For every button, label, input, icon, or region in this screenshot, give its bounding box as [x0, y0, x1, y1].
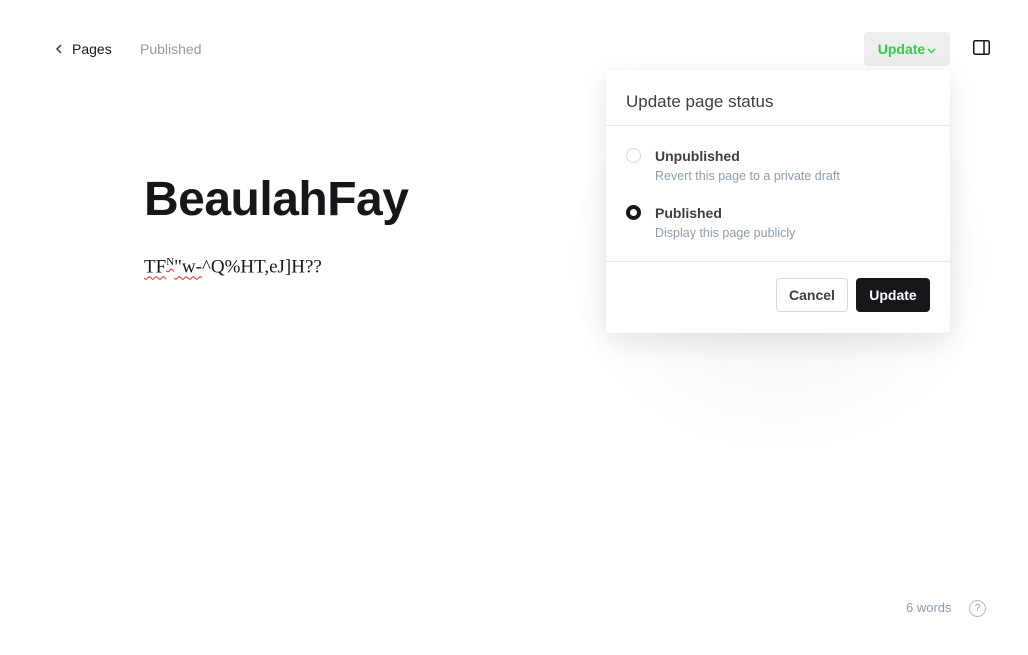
back-link-label: Pages [72, 41, 112, 57]
option-description: Revert this page to a private draft [655, 169, 840, 183]
update-button-label: Update [877, 41, 926, 57]
radio-published[interactable] [626, 205, 641, 220]
radio-unpublished[interactable] [626, 148, 641, 163]
option-label: Unpublished [655, 148, 740, 164]
option-description: Display this page publicly [655, 226, 796, 240]
body-superscript: N [166, 256, 175, 268]
chevron-left-icon [55, 44, 62, 54]
cancel-button[interactable]: Cancel [776, 278, 848, 312]
help-icon[interactable]: ? [969, 600, 986, 617]
sidebar-toggle-icon[interactable] [973, 40, 990, 55]
word-count: 6 words [906, 600, 952, 615]
post-title[interactable]: BeaulahFay [144, 170, 409, 230]
chevron-down-icon [927, 48, 936, 54]
post-body-text[interactable]: TFN"w-^Q%HT,eJ]H?? [144, 250, 322, 279]
popup-title: Update page status [606, 70, 950, 126]
popup-divider [606, 261, 950, 262]
body-segment: TF [144, 256, 167, 278]
update-status-popup: Update page status Unpublished Revert th… [606, 70, 950, 333]
option-unpublished[interactable]: Unpublished Revert this page to a privat… [626, 147, 840, 185]
option-label: Published [655, 205, 722, 221]
update-dropdown-button[interactable]: Update [864, 32, 950, 66]
editor-page: Pages Published Update BeaulahFay TFN"w-… [0, 0, 1028, 655]
body-segment: "w- [174, 256, 202, 278]
page-status-label: Published [140, 41, 202, 57]
back-to-pages-link[interactable]: Pages [55, 38, 112, 60]
body-segment: ^Q%HT,eJ]H?? [201, 256, 322, 278]
option-published[interactable]: Published Display this page publicly [626, 204, 795, 242]
confirm-update-button[interactable]: Update [856, 278, 930, 312]
